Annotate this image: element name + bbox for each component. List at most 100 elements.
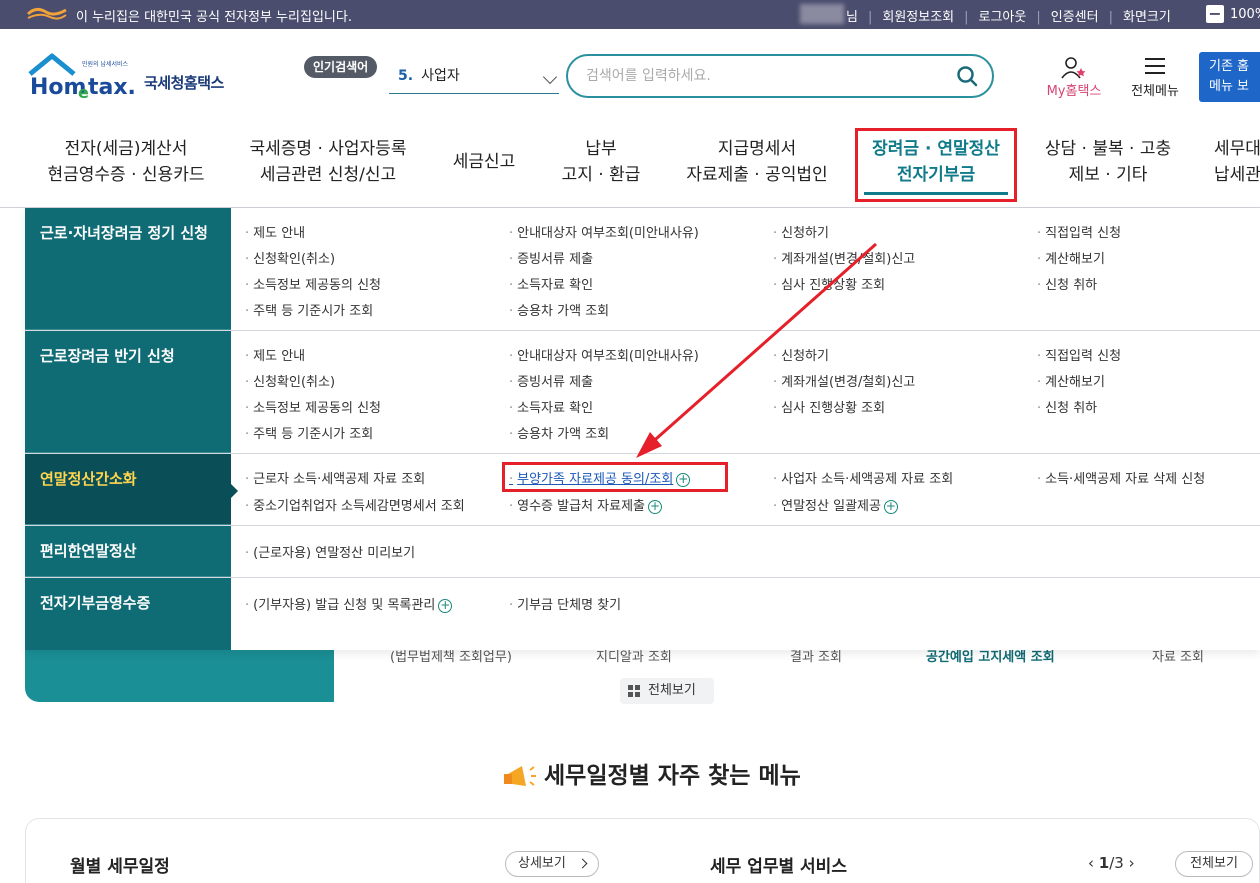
chevron-down-icon: [542, 69, 558, 85]
service-title: 세무 업무별 서비스: [710, 857, 847, 877]
detail-button[interactable]: 상세보기: [505, 851, 599, 877]
page-total: /3: [1109, 854, 1124, 872]
menu-link[interactable]: 주택 등 기준시가 조회: [245, 300, 373, 319]
auth-center-link[interactable]: 인증센터: [1051, 10, 1099, 25]
prev-page-icon[interactable]: ‹: [1088, 854, 1094, 872]
menu-link[interactable]: 안내대상자 여부조회(미안내사유): [509, 345, 699, 364]
all-menu-button[interactable]: 전체메뉴: [1120, 56, 1190, 100]
svg-text:민원의 납세서비스: 민원의 납세서비스: [82, 60, 129, 68]
category-half-incentive[interactable]: 근로장려금 반기 신청: [25, 331, 231, 453]
menu-link[interactable]: 계좌개설(변경/철회)신고: [773, 371, 915, 390]
grid-icon: [628, 685, 640, 697]
menu-link[interactable]: 증빙서류 제출: [509, 371, 593, 390]
menu-link[interactable]: 계산해보기: [1037, 248, 1105, 267]
next-page-icon[interactable]: ›: [1129, 854, 1135, 872]
hometax-logo-icon: Hom e tax. 민원의 납세서비스: [28, 53, 136, 102]
menu-link[interactable]: 안내대상자 여부조회(미안내사유): [509, 222, 699, 241]
my-hometax-button[interactable]: My홈택스: [1038, 56, 1110, 100]
plus-circle-icon: +: [883, 498, 898, 514]
menu-link[interactable]: 심사 진행상황 조회: [773, 274, 885, 293]
user-icon: [1061, 57, 1086, 79]
menu-link[interactable]: 계좌개설(변경/철회)신고: [773, 248, 915, 267]
menu-link[interactable]: 신청확인(취소): [245, 371, 335, 390]
menu-link[interactable]: 소득·세액공제 자료 삭제 신청: [1037, 468, 1205, 487]
mega-dropdown: 근로·자녀장려금 정기 신청 제도 안내 안내대상자 여부조회(미안내사유) 신…: [25, 208, 1260, 650]
nav-tax-agent[interactable]: 세무대 납세관: [1214, 136, 1260, 188]
menu-link[interactable]: 심사 진행상황 조회: [773, 397, 885, 416]
category-convenient-yearend[interactable]: 편리한연말정산: [25, 526, 231, 577]
search-bar: [566, 54, 994, 98]
all-menu-label: 전체메뉴: [1131, 84, 1179, 99]
menu-link[interactable]: 신청확인(취소): [245, 248, 335, 267]
menu-link[interactable]: 근로자 소득·세액공제 자료 조회: [245, 468, 425, 487]
old-menu-button[interactable]: 기존 홈 메뉴 보: [1199, 52, 1260, 102]
menu-link[interactable]: 소득정보 제공동의 신청: [245, 397, 381, 416]
menu-link[interactable]: 신청하기: [773, 222, 829, 241]
mega-row-donation: 전자기부금영수증 (기부자용) 발급 신청 및 목록관리+ 기부금 단체명 찾기: [25, 578, 1260, 650]
search-input[interactable]: [586, 64, 936, 88]
nav-statements[interactable]: 지급명세서 자료제출 · 공익법인: [680, 136, 834, 188]
menu-link[interactable]: 제도 안내: [245, 222, 305, 241]
menu-link[interactable]: 직접입력 신청: [1037, 345, 1121, 364]
view-all-label: 전체보기: [648, 683, 696, 698]
nav-etax-invoice[interactable]: 전자(세금)계산서 현금영수증 · 신용카드: [44, 136, 208, 188]
svg-text:tax.: tax.: [88, 75, 136, 100]
popular-search-label: 인기검색어: [304, 56, 378, 78]
category-yearend-simplified[interactable]: 연말정산간소화: [25, 454, 238, 525]
nav-consulting[interactable]: 상담 · 불복 · 고충 제보 · 기타: [1036, 136, 1180, 188]
all-button[interactable]: 전체보기: [1175, 851, 1253, 877]
zoom-control: − 100%: [1206, 5, 1260, 23]
user-name-redacted: [800, 4, 844, 24]
plus-circle-icon: +: [438, 597, 453, 613]
nav-tax-filing[interactable]: 세금신고: [446, 149, 522, 175]
menu-link[interactable]: 기부금 단체명 찾기: [509, 594, 621, 613]
menu-link[interactable]: 사업자 소득·세액공제 자료 조회: [773, 468, 953, 487]
nav-certificates[interactable]: 국세증명 · 사업자등록 세금관련 신청/신고: [244, 136, 412, 188]
logout-link[interactable]: 로그아웃: [979, 10, 1027, 25]
megaphone-icon: [504, 765, 536, 786]
section-title: 세무일정별 자주 찾는 메뉴: [500, 756, 801, 794]
menu-link[interactable]: 신청하기: [773, 345, 829, 364]
plus-circle-icon: +: [648, 498, 663, 514]
menu-link[interactable]: 중소기업취업자 소득세감면명세서 조회: [245, 495, 465, 514]
menu-link[interactable]: 직접입력 신청: [1037, 222, 1121, 241]
menu-link[interactable]: (근로자용) 연말정산 미리보기: [245, 542, 415, 561]
mega-row-convenient: 편리한연말정산 (근로자용) 연말정산 미리보기: [25, 526, 1260, 578]
menu-link[interactable]: 제도 안내: [245, 345, 305, 364]
menu-link[interactable]: 신청 취하: [1037, 397, 1097, 416]
logo-korean: 국세청홈택스: [144, 74, 224, 92]
page-current: 1: [1098, 854, 1110, 872]
menu-link[interactable]: 주택 등 기준시가 조회: [245, 423, 373, 442]
menu-link[interactable]: 영수증 발급처 자료제출+: [509, 495, 663, 514]
highlight-box-link: [502, 462, 728, 492]
pager: ‹ 1/3 ›: [1088, 854, 1135, 872]
main-nav: 전자(세금)계산서 현금영수증 · 신용카드 국세증명 · 사업자등록 세금관련 신…: [0, 118, 1260, 208]
menu-link[interactable]: 승용차 가액 조회: [509, 300, 609, 319]
menu-link[interactable]: 신청 취하: [1037, 274, 1097, 293]
view-all-button[interactable]: 전체보기: [620, 678, 714, 704]
search-icon[interactable]: [956, 65, 978, 87]
nav-payment[interactable]: 납부 고지 · 환급: [558, 136, 644, 188]
zoom-level: 100%: [1230, 6, 1260, 22]
category-regular-incentive[interactable]: 근로·자녀장려금 정기 신청: [25, 208, 231, 330]
popular-rank: 5.: [398, 68, 414, 84]
my-hometax-label: My홈택스: [1046, 84, 1102, 99]
old-menu-line1: 기존 홈: [1209, 59, 1250, 74]
member-info-link[interactable]: 회원정보조회: [882, 10, 954, 25]
menu-link[interactable]: (기부자용) 발급 신청 및 목록관리+: [245, 594, 453, 613]
user-suffix: 님: [846, 10, 858, 25]
category-donation-receipt[interactable]: 전자기부금영수증: [25, 578, 231, 650]
menu-link[interactable]: 증빙서류 제출: [509, 248, 593, 267]
zoom-out-button[interactable]: −: [1206, 5, 1224, 23]
menu-link[interactable]: 소득자료 확인: [509, 274, 593, 293]
menu-link[interactable]: 계산해보기: [1037, 371, 1105, 390]
menu-link[interactable]: 연말정산 일괄제공+: [773, 495, 898, 514]
menu-link[interactable]: 승용차 가액 조회: [509, 423, 609, 442]
gov-notice: 이 누리집은 대한민국 공식 전자정부 누리집입니다.: [76, 10, 352, 25]
hometax-logo[interactable]: Hom e tax. 민원의 납세서비스 국세청홈택스: [26, 52, 246, 102]
menu-link[interactable]: 소득정보 제공동의 신청: [245, 274, 381, 293]
screen-size-label: 화면크기: [1122, 10, 1171, 25]
monthly-schedule-title: 월별 세무일정: [70, 857, 170, 877]
popular-search-dropdown[interactable]: 5. 사업자: [389, 60, 559, 94]
menu-link[interactable]: 소득자료 확인: [509, 397, 593, 416]
